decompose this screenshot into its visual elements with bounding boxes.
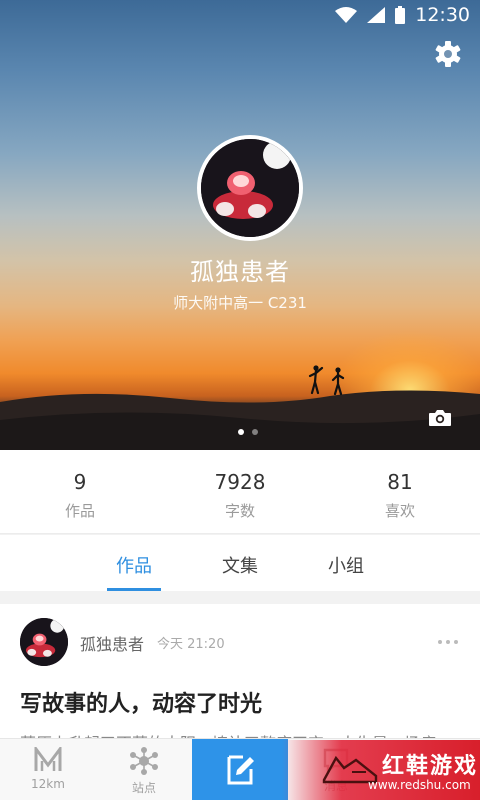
avatar-image	[20, 618, 68, 666]
stat-works[interactable]: 9 作品	[0, 450, 160, 533]
more-dot	[446, 640, 450, 644]
post-time: 今天 21:20	[157, 637, 225, 652]
more-options-button[interactable]	[438, 640, 458, 644]
tab-works[interactable]: 作品	[81, 535, 187, 591]
profile-tabs: 作品 文集 小组	[0, 535, 480, 591]
profile-stats: 9 作品 7928 字数 81 喜欢	[0, 450, 480, 534]
write-icon	[227, 755, 254, 785]
battery-icon	[395, 6, 406, 24]
stat-label: 喜欢	[384, 502, 415, 520]
desert-dunes	[0, 390, 480, 450]
gear-icon	[435, 41, 461, 67]
m-logo-icon	[34, 747, 62, 771]
profile-cover[interactable]: 12:30 孤独患者 师大附中高一 C231	[0, 0, 480, 450]
status-bar: 12:30	[0, 0, 480, 30]
nav-station[interactable]: 站点	[96, 739, 192, 800]
avatar-image	[201, 139, 299, 237]
nav-label: 12km	[31, 777, 65, 791]
wifi-icon	[335, 7, 358, 23]
post-author-name[interactable]: 孤独患者	[80, 631, 144, 655]
profile-avatar[interactable]	[197, 135, 303, 241]
more-dot	[438, 640, 442, 644]
stat-value: 81	[387, 470, 413, 494]
status-time: 12:30	[415, 4, 470, 26]
nav-label: 站点	[131, 781, 156, 795]
change-cover-button[interactable]	[422, 404, 458, 432]
nav-home[interactable]: 12km	[0, 739, 96, 800]
stat-words[interactable]: 7928 字数	[160, 450, 320, 533]
stat-likes[interactable]: 81 喜欢	[320, 450, 480, 533]
profile-school: 师大附中高一 C231	[173, 294, 307, 312]
profile-name: 孤独患者	[190, 258, 290, 286]
station-icon	[130, 747, 158, 775]
tab-collections[interactable]: 文集	[187, 535, 293, 591]
stat-value: 7928	[214, 470, 266, 494]
watermark: 红鞋游戏 www.redshu.com	[282, 740, 480, 800]
pager-dot	[238, 429, 244, 435]
stat-label: 字数	[224, 502, 255, 520]
watermark-brand: 红鞋游戏	[382, 754, 479, 779]
stat-value: 9	[73, 470, 87, 494]
signal-icon	[367, 7, 386, 23]
stat-label: 作品	[64, 502, 95, 520]
post-author-avatar[interactable]	[20, 618, 68, 666]
nav-write-button[interactable]	[192, 739, 288, 800]
camera-icon	[429, 410, 451, 426]
post-title[interactable]: 写故事的人，动容了时光	[20, 686, 262, 718]
tab-groups[interactable]: 小组	[293, 535, 399, 591]
watermark-url: www.redshu.com	[368, 778, 471, 792]
people-silhouette	[308, 365, 345, 396]
cover-pager	[238, 429, 258, 435]
settings-button[interactable]	[432, 38, 464, 70]
more-dot	[454, 640, 458, 644]
pager-dot	[252, 429, 258, 435]
